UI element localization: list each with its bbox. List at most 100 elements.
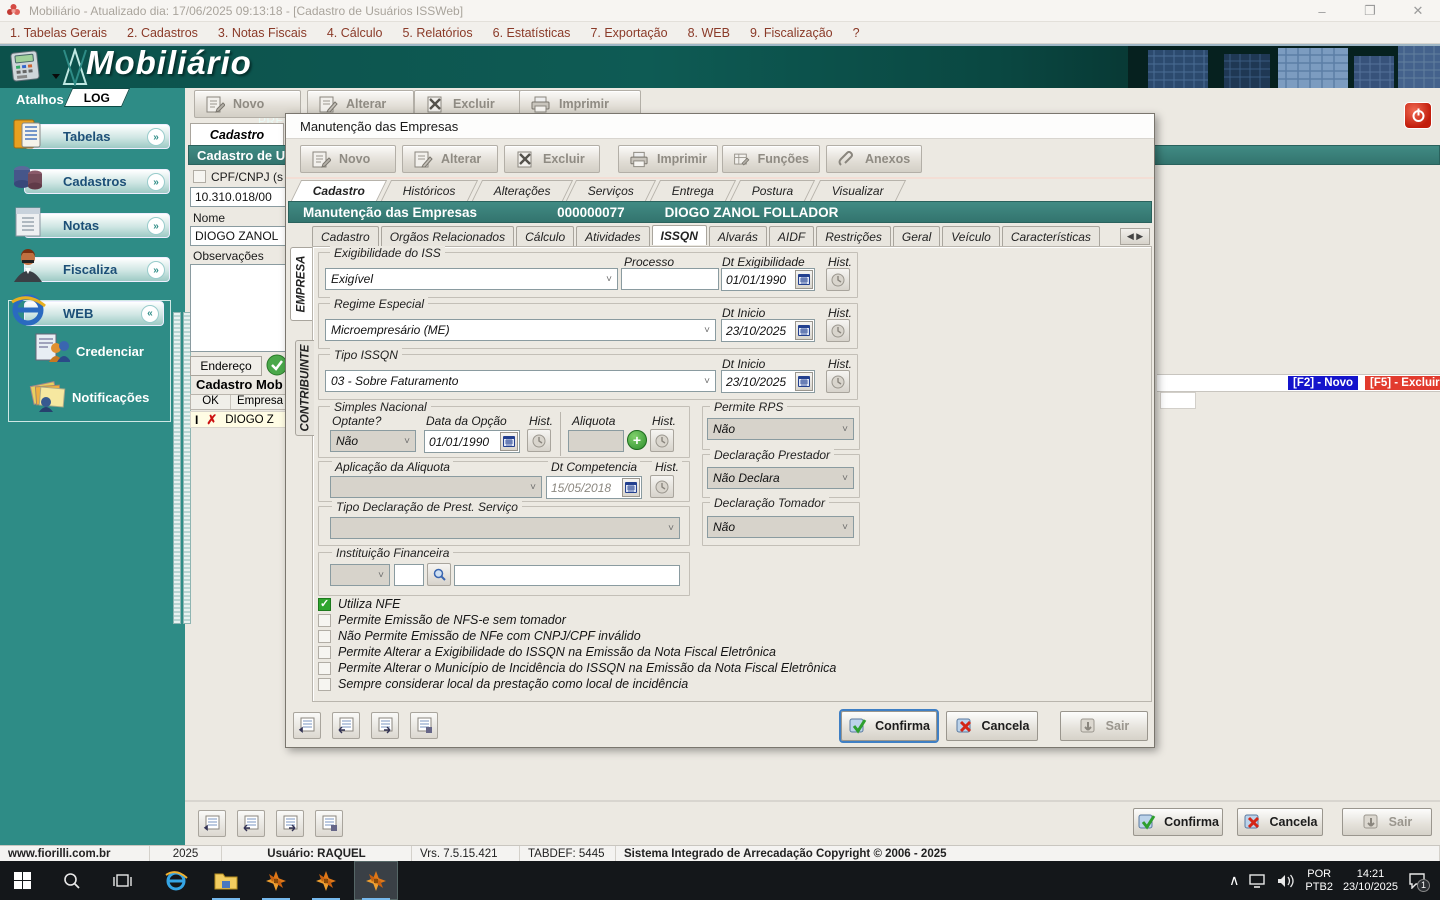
alterar-exigibilidade-checkbox[interactable] <box>318 646 331 659</box>
tab2-veiculo[interactable]: Veículo <box>942 226 1000 246</box>
notification-center-button[interactable]: 1 <box>1408 872 1430 892</box>
nome-input[interactable]: DIOGO ZANOL <box>190 226 286 246</box>
alterar-municipio-checkbox[interactable] <box>318 662 331 675</box>
tab-scroll-buttons[interactable]: ◀ ▶ <box>1120 228 1150 245</box>
menu-help[interactable]: ? <box>853 26 860 40</box>
tray-expand-icon[interactable]: ∧ <box>1229 872 1239 889</box>
calendar-icon[interactable] <box>500 432 518 451</box>
calendar-icon[interactable] <box>795 321 813 340</box>
search-inst-button[interactable] <box>427 563 451 586</box>
data-opcao-input[interactable]: 01/01/1990 <box>424 430 520 453</box>
inst-financeira-code-input[interactable] <box>394 564 424 586</box>
tab-servicos[interactable]: Serviços <box>566 180 657 201</box>
network-icon[interactable] <box>1249 873 1267 888</box>
tab2-calculo[interactable]: Cálculo <box>516 226 575 246</box>
decl-tomador-combobox[interactable]: Não ˅ <box>707 516 854 538</box>
record-last-button[interactable] <box>410 712 438 739</box>
menu-tabelas-gerais[interactable]: 1. Tabelas Gerais <box>10 26 107 40</box>
start-button[interactable] <box>0 861 44 900</box>
chevron-down-icon[interactable]: » <box>147 173 165 191</box>
tab-cadastro[interactable]: Cadastro <box>290 180 388 201</box>
inst-financeira-combobox[interactable]: ˅ <box>330 564 390 586</box>
cpf-checkbox[interactable] <box>193 170 206 183</box>
main-confirma-button[interactable]: Confirma <box>1133 808 1223 836</box>
volume-icon[interactable] <box>1277 874 1295 888</box>
calculator-icon[interactable] <box>8 50 44 82</box>
tab2-aidf[interactable]: AIDF <box>768 226 815 246</box>
record-next-button[interactable] <box>371 712 399 739</box>
taskbar-fiorilli-app-1[interactable] <box>254 861 298 900</box>
dialog-cancela-button[interactable]: Cancela <box>946 711 1038 741</box>
inst-financeira-name-input[interactable] <box>454 565 680 586</box>
menu-web[interactable]: 8. WEB <box>688 26 730 40</box>
hist-button[interactable] <box>826 268 850 291</box>
calendar-icon[interactable] <box>622 478 640 497</box>
cpf-input[interactable]: 10.310.018/00 <box>190 187 286 207</box>
utiliza-nfe-checkbox[interactable] <box>318 597 331 611</box>
tab2-atividades[interactable]: Atividades <box>576 226 650 246</box>
tab2-geral[interactable]: Geral <box>892 226 941 246</box>
bg-table-row[interactable]: I ✗ DIOGO Z <box>190 411 286 428</box>
hist-button[interactable] <box>826 319 850 342</box>
taskbar-fiorilli-app-2[interactable] <box>304 861 348 900</box>
main-record-last-button[interactable] <box>315 810 343 837</box>
menu-cadastros[interactable]: 2. Cadastros <box>127 26 198 40</box>
calendar-icon[interactable] <box>795 372 813 391</box>
regime-combobox[interactable]: Microempresário (ME) ˅ <box>325 319 716 341</box>
sidebar-item-credenciar[interactable]: Credenciar <box>76 344 144 359</box>
menu-notas-fiscais[interactable]: 3. Notas Fiscais <box>218 26 307 40</box>
close-button[interactable]: ✕ <box>1396 0 1440 22</box>
taskbar-search-button[interactable] <box>50 861 94 900</box>
tab2-restricoes[interactable]: Restrições <box>816 226 891 246</box>
record-prev-button[interactable] <box>332 712 360 739</box>
chevron-down-icon[interactable]: » <box>147 128 165 146</box>
col-ok[interactable]: OK <box>191 395 231 409</box>
tab2-caracteristicas[interactable]: Características <box>1001 226 1100 246</box>
chevron-down-icon[interactable]: » <box>147 217 165 235</box>
record-first-button[interactable] <box>293 712 321 739</box>
main-record-prev-button[interactable] <box>237 810 265 837</box>
tab-postura[interactable]: Postura <box>730 180 816 201</box>
hist-button[interactable] <box>527 429 551 452</box>
task-view-button[interactable] <box>100 861 144 900</box>
sidebar-tab-log[interactable]: LOG <box>63 88 131 107</box>
permite-rps-combobox[interactable]: Não ˅ <box>707 418 854 440</box>
tab-visualizar[interactable]: Visualizar <box>809 180 906 201</box>
optante-combobox[interactable]: Não ˅ <box>330 430 416 452</box>
tipo-dt-inicio-input[interactable]: 23/10/2025 <box>721 370 815 393</box>
tab-entrega[interactable]: Entrega <box>650 180 737 201</box>
banner-dropdown-arrow[interactable] <box>52 74 60 79</box>
tab-alteracoes[interactable]: Alterações <box>471 180 573 201</box>
dlg-toolbar-anexos-button[interactable]: Anexos <box>826 145 922 173</box>
exigibilidade-combobox[interactable]: Exigível ˅ <box>325 268 618 290</box>
dt-competencia-input[interactable]: 15/05/2018 <box>546 476 642 499</box>
tab2-orgaos-relacionados[interactable]: Orgãos Relacionados <box>380 226 515 246</box>
pane-scrollbar[interactable] <box>173 312 181 624</box>
restore-button[interactable]: ❐ <box>1348 0 1392 22</box>
nfse-sem-tomador-checkbox[interactable] <box>318 614 331 627</box>
dlg-toolbar-funcoes-button[interactable]: Funções <box>722 145 820 173</box>
tipo-declaracao-combobox[interactable]: ˅ <box>330 517 680 539</box>
dlg-toolbar-imprimir-button[interactable]: Imprimir <box>618 145 718 173</box>
clock[interactable]: 14:21 23/10/2025 <box>1343 868 1398 894</box>
menu-calculo[interactable]: 4. Cálculo <box>327 26 383 40</box>
col-empresa[interactable]: Empresa <box>231 395 283 409</box>
dt-exigibilidade-input[interactable]: 01/01/1990 <box>721 268 815 291</box>
main-record-first-button[interactable] <box>198 810 226 837</box>
menu-estatisticas[interactable]: 6. Estatísticas <box>493 26 571 40</box>
observacoes-textarea[interactable] <box>190 264 286 352</box>
add-aliquota-button[interactable]: + <box>627 430 647 450</box>
bg-tab-cadastro[interactable]: Cadastro <box>190 123 284 145</box>
chevron-down-icon[interactable]: » <box>147 261 165 279</box>
side-tab-empresa[interactable]: EMPRESA <box>290 247 312 321</box>
side-tab-contribuinte[interactable]: CONTRIBUINTE <box>295 340 314 436</box>
taskbar-explorer-button[interactable] <box>204 861 248 900</box>
tipo-issqn-combobox[interactable]: 03 - Sobre Faturamento ˅ <box>325 370 716 392</box>
hist-button[interactable] <box>650 475 674 498</box>
language-indicator[interactable]: POR PTB2 <box>1305 868 1333 894</box>
aliquota-input[interactable] <box>568 430 624 452</box>
hist-button[interactable] <box>826 370 850 393</box>
minimize-button[interactable]: – <box>1300 0 1344 22</box>
dialog-sair-button[interactable]: Sair <box>1060 711 1148 741</box>
main-cancela-button[interactable]: Cancela <box>1237 808 1323 836</box>
